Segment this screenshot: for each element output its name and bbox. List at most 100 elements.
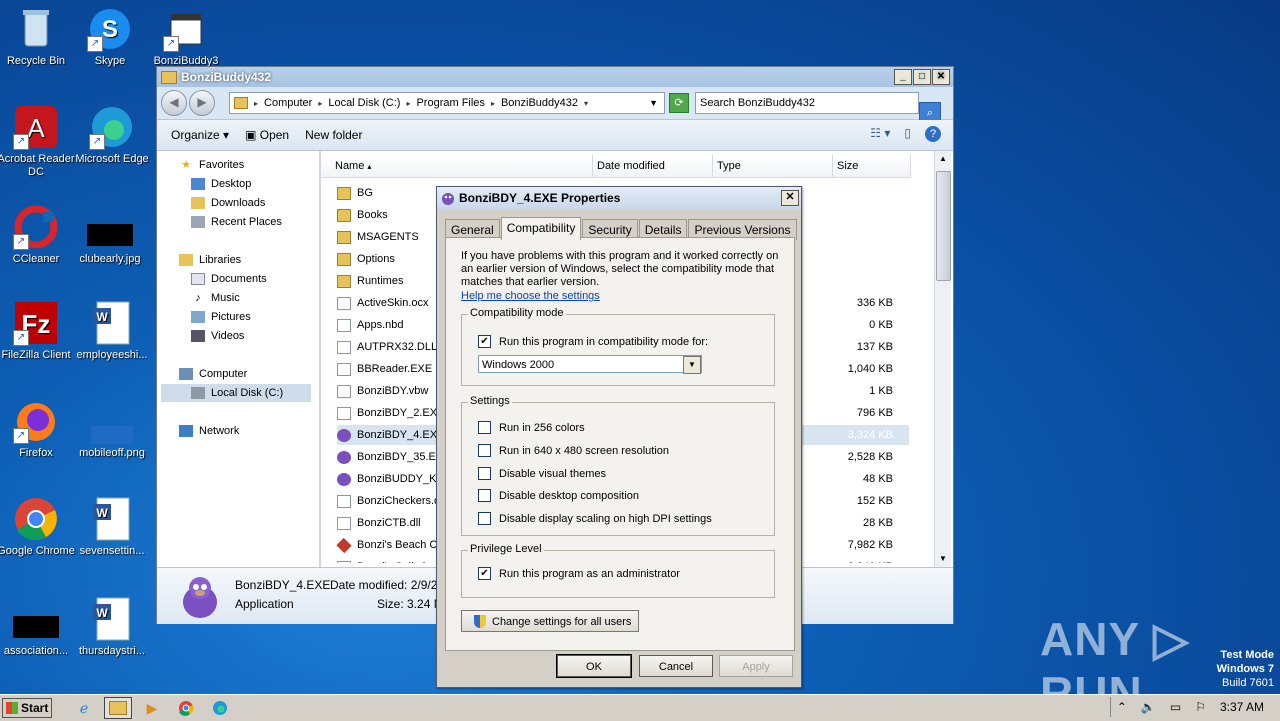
file-size: 1,040 KB	[847, 363, 893, 375]
help-link[interactable]: Help me choose the settings	[461, 290, 600, 302]
show-hidden-icons-icon[interactable]: ⌃	[1117, 700, 1127, 714]
compat-mode-select[interactable]: Windows 2000 ▼	[478, 355, 702, 374]
desktop-icon-clubearly[interactable]: clubearly.jpg	[70, 204, 150, 266]
new-folder-button[interactable]: New folder	[305, 128, 362, 142]
nav-label: Computer	[199, 368, 248, 380]
open-button[interactable]: ▣ Open	[245, 128, 289, 142]
nav-libraries[interactable]: Libraries	[179, 254, 241, 266]
setting-checkbox-visual-themes[interactable]: Disable visual themes	[478, 467, 606, 480]
scroll-thumb[interactable]	[936, 171, 951, 281]
shortcut-arrow-icon: ↗	[13, 134, 29, 150]
help-icon[interactable]: ?	[925, 126, 941, 142]
nav-documents[interactable]: Documents	[191, 273, 267, 285]
compat-mode-checkbox[interactable]: ✔ Run this program in compatibility mode …	[478, 335, 708, 348]
file-size: 796 KB	[856, 407, 893, 419]
compatibility-tab-panel: If you have problems with this program a…	[445, 237, 795, 651]
organize-button[interactable]: Organize ▾	[171, 128, 229, 142]
view-options-icon[interactable]: ☷ ▾	[870, 126, 890, 142]
clock[interactable]: 3:37 AM	[1220, 700, 1264, 714]
breadcrumb-computer[interactable]: Computer	[264, 97, 312, 109]
edge-icon[interactable]	[206, 697, 234, 719]
tab-compatibility[interactable]: Compatibility	[500, 217, 582, 240]
change-settings-all-users-button[interactable]: Change settings for all users	[461, 610, 639, 632]
desktop-icon-mobileoff[interactable]: mobileoff.png	[72, 398, 152, 460]
file-icon	[337, 362, 351, 376]
shortcut-arrow-icon: ↗	[13, 428, 29, 444]
breadcrumb-local-disk[interactable]: Local Disk (C:)	[328, 97, 400, 109]
ok-button[interactable]: OK	[556, 654, 632, 678]
nav-favorites[interactable]: ★ Favorites	[179, 159, 244, 171]
desktop-icon-recycle-bin[interactable]: Recycle Bin	[0, 6, 76, 68]
nav-music[interactable]: ♪ Music	[191, 292, 239, 304]
window-title: BonziBuddy432	[181, 70, 272, 84]
setting-checkbox-256-colors[interactable]: Run in 256 colors	[478, 421, 585, 434]
bonzi-gorilla-icon	[183, 577, 217, 618]
network-icon	[179, 425, 193, 437]
address-bar[interactable]: ▸ Computer ▸ Local Disk (C:) ▸ Program F…	[229, 92, 665, 114]
apply-button[interactable]: Apply	[719, 655, 793, 677]
explorer-title-bar[interactable]: BonziBuddy432 _ □ ✕	[157, 67, 953, 87]
vertical-scrollbar[interactable]: ▲ ▼	[934, 151, 951, 567]
desktop-icon-skype[interactable]: S ↗ Skype	[70, 6, 150, 68]
setting-checkbox-640x480[interactable]: Run in 640 x 480 screen resolution	[478, 444, 669, 457]
breadcrumb-program-files[interactable]: Program Files	[416, 97, 484, 109]
start-label: Start	[21, 701, 49, 715]
desktop-icon-acrobat[interactable]: A ↗ Acrobat Reader DC	[0, 104, 76, 179]
minimize-button[interactable]: _	[894, 69, 912, 85]
desktop-icon-edge[interactable]: ↗ Microsoft Edge	[72, 104, 152, 166]
nav-desktop[interactable]: Desktop	[191, 178, 251, 190]
scroll-up-icon[interactable]: ▲	[935, 151, 951, 167]
volume-icon[interactable]: 🔈	[1141, 700, 1156, 714]
run-as-admin-checkbox[interactable]: ✔ Run this program as an administrator	[478, 567, 680, 580]
image-file-icon	[89, 398, 135, 444]
scroll-down-icon[interactable]: ▼	[935, 551, 951, 567]
action-center-flag-icon[interactable]: ⚐	[1195, 700, 1206, 714]
forward-button[interactable]: ▶	[189, 90, 215, 116]
nav-local-disk[interactable]: Local Disk (C:)	[161, 384, 311, 402]
open-label: Open	[259, 128, 290, 142]
desktop-icon-filezilla[interactable]: Fz ↗ FileZilla Client	[0, 300, 76, 362]
button-label: Change settings for all users	[492, 616, 632, 628]
refresh-icon[interactable]: ⟳	[669, 93, 689, 113]
setting-checkbox-desktop-composition[interactable]: Disable desktop composition	[478, 489, 639, 502]
file-icon	[337, 318, 351, 332]
desktop-icon-thursdaystri[interactable]: W thursdaystri...	[72, 596, 152, 658]
desktop-icon-sevensettin[interactable]: W sevensettin...	[72, 496, 152, 558]
desktop-icon-ccleaner[interactable]: ↗ CCleaner	[0, 204, 76, 266]
back-button[interactable]: ◀	[161, 90, 187, 116]
file-icon	[337, 560, 351, 563]
start-button[interactable]: Start	[2, 698, 52, 718]
close-button[interactable]: ✕	[781, 190, 799, 206]
file-explorer-icon[interactable]	[104, 697, 132, 719]
checkbox-label: Run this program as an administrator	[499, 567, 680, 580]
setting-checkbox-dpi-scaling[interactable]: Disable display scaling on high DPI sett…	[478, 512, 712, 525]
internet-explorer-icon[interactable]: ℯ	[70, 697, 98, 719]
desktop-icon-bonzibuddy[interactable]: ↗ BonziBuddy3	[146, 6, 226, 66]
cancel-button[interactable]: Cancel	[639, 655, 713, 677]
nav-videos[interactable]: Videos	[191, 330, 244, 342]
close-button[interactable]: ✕	[932, 69, 950, 85]
maximize-button[interactable]: □	[913, 69, 931, 85]
media-player-icon[interactable]: ▶	[138, 697, 166, 719]
nav-computer[interactable]: Computer	[179, 368, 247, 380]
group-title: Privilege Level	[468, 543, 544, 555]
nav-pictures[interactable]: Pictures	[191, 311, 251, 323]
desktop-icon-firefox[interactable]: ↗ Firefox	[0, 398, 76, 460]
properties-title-bar[interactable]: BonziBDY_4.EXE Properties ✕	[437, 187, 801, 209]
desktop-icon-employeeshi[interactable]: W employeeshi...	[72, 300, 152, 362]
nav-downloads[interactable]: Downloads	[191, 197, 265, 209]
image-file-icon	[87, 204, 133, 250]
preview-pane-icon[interactable]: ▯	[904, 126, 911, 142]
bonzi-gorilla-icon	[442, 193, 454, 205]
search-input[interactable]: Search BonziBuddy432	[695, 92, 919, 114]
address-dropdown-icon[interactable]: ▼	[649, 98, 658, 108]
breadcrumb-bonzibuddy[interactable]: BonziBuddy432	[501, 97, 578, 109]
folder-icon	[234, 97, 248, 109]
desktop-icon-association[interactable]: association...	[0, 596, 76, 658]
test-mode-line: Test Mode	[1220, 649, 1274, 661]
nav-network[interactable]: Network	[179, 425, 239, 437]
nav-recent-places[interactable]: Recent Places	[191, 216, 282, 228]
network-icon[interactable]: ▭	[1170, 700, 1181, 714]
chrome-icon[interactable]	[172, 697, 200, 719]
desktop-icon-chrome[interactable]: Google Chrome	[0, 496, 76, 558]
